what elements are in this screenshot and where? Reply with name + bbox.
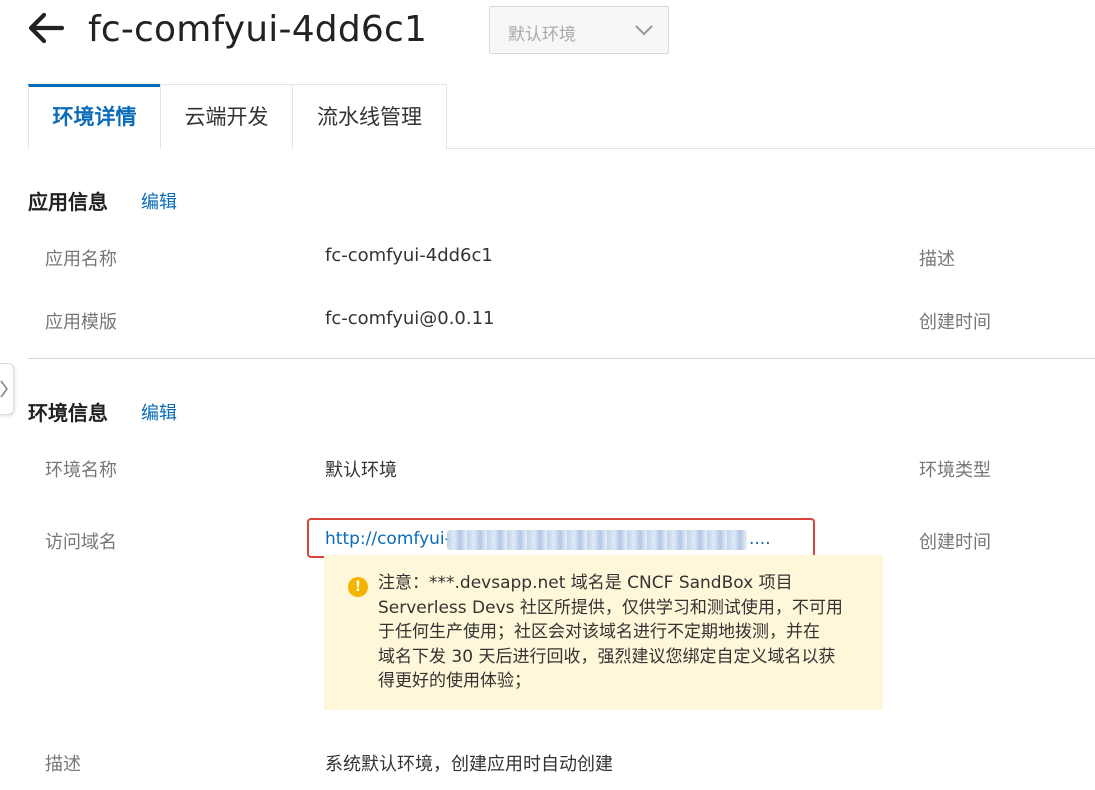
chevron-right-icon (0, 380, 8, 398)
app-created-label: 创建时间 (919, 312, 991, 333)
env-info-edit-link[interactable]: 编辑 (141, 399, 177, 425)
domain-url-link[interactable]: http://comfyui- (325, 529, 451, 549)
redacted-url-mask (447, 530, 747, 550)
domain-notice-text: 注意：***.devsapp.net 域名是 CNCF SandBox 项目 S… (378, 571, 868, 694)
tab-divider (446, 148, 1095, 149)
domain-url-ellipsis[interactable]: .... (749, 529, 771, 549)
env-description-label: 描述 (45, 754, 81, 775)
page-title: fc-comfyui-4dd6c1 (88, 9, 428, 50)
notice-line: Serverless Devs 社区所提供，仅供学习和测试使用，不可用 (378, 597, 843, 618)
app-template-label: 应用模版 (45, 312, 117, 333)
page-header: fc-comfyui-4dd6c1 默认环境 (0, 0, 1095, 64)
env-type-label: 环境类型 (919, 460, 991, 481)
chevron-down-icon (635, 25, 653, 36)
domain-notice: ! 注意：***.devsapp.net 域名是 CNCF SandBox 项目… (324, 555, 883, 710)
app-name-value: fc-comfyui-4dd6c1 (325, 245, 493, 266)
section-divider (28, 358, 1095, 359)
app-name-label: 应用名称 (45, 249, 117, 270)
environment-select-value: 默认环境 (508, 25, 576, 45)
notice-line: 得更好的使用体验； (378, 671, 531, 691)
app-description-label: 描述 (919, 249, 955, 270)
tab-cloud-dev[interactable]: 云端开发 (160, 84, 293, 149)
env-name-label: 环境名称 (45, 460, 117, 481)
env-info-title: 环境信息 (28, 401, 108, 425)
env-name-value: 默认环境 (325, 460, 397, 481)
back-button[interactable] (24, 8, 68, 48)
app-template-value: fc-comfyui@0.0.11 (325, 308, 495, 329)
env-created-label: 创建时间 (919, 532, 991, 553)
notice-line: 域名下发 30 天后进行回收，强烈建议您绑定自定义域名以获 (378, 646, 836, 667)
domain-highlight-box: http://comfyui- .... (307, 518, 815, 558)
sidebar-toggle[interactable] (0, 363, 14, 415)
domain-label: 访问域名 (45, 532, 117, 553)
notice-line: 于任何生产使用；社区会对该域名进行不定期地拨测，并在 (378, 622, 820, 642)
warning-icon: ! (348, 577, 368, 597)
notice-line: 注意：***.devsapp.net 域名是 CNCF SandBox 项目 (378, 573, 793, 593)
tab-pipeline-management[interactable]: 流水线管理 (292, 84, 447, 149)
app-info-edit-link[interactable]: 编辑 (141, 188, 177, 214)
tab-environment-details[interactable]: 环境详情 (28, 84, 161, 149)
environment-select[interactable]: 默认环境 (489, 6, 669, 54)
arrow-left-icon (28, 12, 65, 44)
env-description-value: 系统默认环境，创建应用时自动创建 (325, 754, 613, 775)
app-info-title: 应用信息 (28, 190, 108, 214)
